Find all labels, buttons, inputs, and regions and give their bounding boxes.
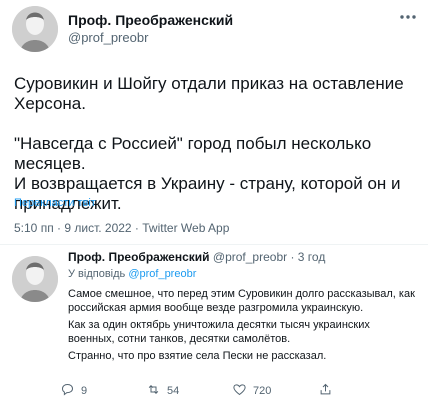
reply-text: Самое смешное, что перед этим Суровикин … [68,287,418,366]
tweet-meta[interactable]: 5:10 пп · 9 лист. 2022 · Twitter Web App [14,221,229,235]
reply-count: 9 [81,385,88,397]
like-action[interactable]: 720 [232,382,271,400]
reply-header: Проф. Преображенский @prof_preobr · 3 го… [68,250,325,264]
reply-action[interactable]: 9 [60,382,87,400]
replying-to-handle[interactable]: @prof_preobr [128,268,196,280]
more-dots-icon[interactable] [398,10,418,22]
tweet-text: Суровикин и Шойгу отдали приказ на остав… [14,74,414,214]
author-avatar[interactable] [12,6,58,52]
reply-author-avatar[interactable] [12,256,58,302]
author-name[interactable]: Проф. Преображенский [68,12,233,28]
tweet-paragraph: "Навсегда с Россией" город побыл несколь… [14,134,372,173]
replying-to: У відповідь @prof_preobr [68,268,196,280]
reply-actions: 9 54 720 [60,382,428,400]
reply-icon[interactable] [60,382,75,400]
replying-to-label: У відповідь [68,268,126,280]
reply-timestamp[interactable]: · 3 год [290,250,325,264]
tweet-paragraph: Суровикин и Шойгу отдали приказ на остав… [14,74,404,113]
retweet-icon[interactable] [146,382,161,400]
retweet-action[interactable]: 54 [146,382,179,400]
reply-paragraph: Странно, что про взятие села Пески не ра… [68,350,327,362]
translate-link[interactable]: Перекласти твіт [14,197,96,209]
retweet-count: 54 [167,385,180,397]
reply-paragraph: Самое смешное, что перед этим Суровикин … [68,288,415,314]
share-action[interactable] [318,382,333,400]
heart-icon[interactable] [232,382,247,400]
share-icon[interactable] [318,382,333,400]
reply-author-name[interactable]: Проф. Преображенский [68,250,210,264]
reply-author-handle[interactable]: @prof_preobr [213,250,287,264]
author-handle[interactable]: @prof_preobr [68,30,148,45]
divider [0,244,428,245]
reply-paragraph: Как за один октябрь уничтожила десятки т… [68,319,370,345]
like-count: 720 [253,385,272,397]
